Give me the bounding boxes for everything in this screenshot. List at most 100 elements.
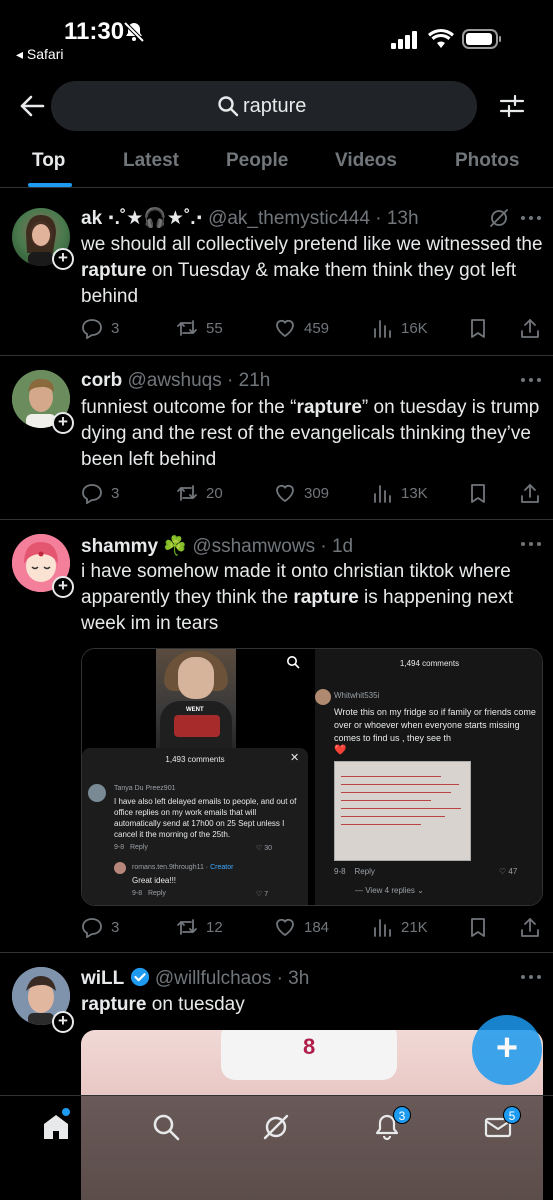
user-handle[interactable]: @awshuqs	[127, 370, 221, 391]
like-button[interactable]: 184	[274, 915, 329, 939]
views-button[interactable]: 21K	[371, 915, 428, 939]
reply-button[interactable]: 3	[81, 915, 119, 939]
comments-count: 1,494 comments	[399, 659, 460, 668]
comment-meta: 9-8 Reply	[114, 844, 148, 851]
bookmark-icon	[471, 484, 485, 503]
retweet-button[interactable]: 20	[176, 481, 223, 505]
bookmark-button[interactable]	[467, 481, 489, 505]
display-name[interactable]: ak ⋅.˚★🎧★˚.⋅	[81, 208, 203, 229]
more-options-icon[interactable]	[520, 376, 542, 384]
commenter-avatar	[114, 862, 126, 874]
display-name[interactable]: corb	[81, 370, 122, 391]
search-icon	[287, 656, 300, 669]
like-button[interactable]: 459	[274, 316, 329, 340]
search-header: rapture	[0, 80, 553, 132]
back-arrow-icon[interactable]	[18, 92, 46, 120]
tweet[interactable]: + ak ⋅.˚★🎧★˚.⋅ @ak_themystic444 · 13h we…	[0, 190, 553, 356]
notifications-badge: 3	[393, 1106, 411, 1124]
commenter-name: Tanya Du Preez901	[114, 785, 176, 792]
tiktok-screenshot-right: 1,494 comments Whitwhit535i Wrote this o…	[315, 649, 542, 905]
retweet-icon	[177, 485, 197, 501]
share-button[interactable]	[519, 915, 541, 939]
search-input[interactable]: rapture	[51, 81, 477, 131]
retweet-button[interactable]: 55	[176, 316, 223, 340]
commenter-name: romans.ten.9through11 · Creator	[132, 864, 234, 871]
follow-plus-button[interactable]: +	[52, 1011, 74, 1033]
share-icon	[521, 918, 539, 937]
comment-meta: 9-8 Reply	[132, 890, 166, 897]
heart-icon	[276, 484, 294, 503]
search-filter-icon[interactable]	[498, 92, 526, 120]
follow-plus-button[interactable]: +	[52, 576, 74, 598]
more-options-icon[interactable]	[520, 973, 542, 981]
tweet[interactable]: + shammy ☘️ @sshamwows · 1d i have someh…	[0, 520, 553, 953]
tweet-time: · 13h	[375, 208, 419, 229]
tweet-time: · 3h	[276, 968, 310, 989]
tweet[interactable]: + corb @awshuqs · 21h funniest outcome f…	[0, 356, 553, 520]
tweet-text: funniest outcome for the “rapture” on tu…	[81, 397, 540, 470]
cellular-signal-icon	[391, 31, 417, 49]
retweet-button[interactable]: 12	[176, 915, 223, 939]
bookmark-button[interactable]	[467, 915, 489, 939]
tiktok-screenshot-left: WENT 1,493 comments ✕ Tanya Du Preez901 …	[82, 649, 312, 905]
share-button[interactable]	[519, 316, 541, 340]
home-unread-dot	[62, 1108, 70, 1116]
views-chart-icon	[374, 919, 391, 937]
active-tab-indicator	[28, 183, 72, 187]
compose-tweet-button[interactable]: +	[472, 1015, 542, 1085]
follow-plus-button[interactable]: +	[52, 412, 74, 434]
tab-videos[interactable]: Videos	[335, 150, 397, 172]
search-icon[interactable]	[151, 1112, 181, 1142]
like-button[interactable]: 309	[274, 481, 329, 505]
retweet-icon	[177, 320, 197, 336]
tweet-text: rapture on tuesday	[81, 994, 245, 1015]
commenter-avatar	[315, 689, 331, 705]
bookmark-icon	[471, 918, 485, 937]
user-handle[interactable]: @willfulchaos	[155, 968, 271, 989]
back-to-safari-link[interactable]: ◂ Safari	[16, 46, 64, 63]
views-chart-icon	[374, 320, 391, 338]
more-options-icon[interactable]	[520, 540, 542, 548]
display-name[interactable]: shammy ☘️	[81, 536, 187, 557]
user-handle[interactable]: @ak_themystic444	[208, 208, 370, 229]
heart-emoji: ❤️	[334, 745, 347, 756]
tweet-header: shammy ☘️ @sshamwows · 1d	[81, 534, 353, 558]
heart-icon	[276, 918, 294, 937]
follow-plus-button[interactable]: +	[52, 248, 74, 270]
video-thumbnail: WENT	[156, 649, 236, 749]
tweet-time: · 21h	[227, 370, 271, 391]
grok-icon[interactable]	[261, 1112, 291, 1142]
tweet-actions: 3 20 309 13K	[81, 481, 543, 505]
reply-button[interactable]: 3	[81, 316, 119, 340]
tab-latest[interactable]: Latest	[123, 150, 179, 172]
display-name[interactable]: wiLL	[81, 968, 124, 989]
reply-button[interactable]: 3	[81, 481, 119, 505]
user-handle[interactable]: @sshamwows	[192, 536, 315, 557]
wifi-icon	[428, 29, 454, 48]
more-options-icon[interactable]	[520, 214, 542, 222]
tab-people[interactable]: People	[226, 150, 288, 172]
status-bar: 11:30 ◂ Safari	[0, 0, 553, 78]
comment-likes: ♡ 47	[499, 867, 518, 876]
views-button[interactable]: 16K	[371, 316, 428, 340]
tweet-media[interactable]: WENT 1,493 comments ✕ Tanya Du Preez901 …	[81, 648, 543, 906]
grok-icon[interactable]	[488, 207, 510, 229]
views-button[interactable]: 13K	[371, 481, 428, 505]
bookmark-button[interactable]	[467, 316, 489, 340]
search-query-text: rapture	[243, 95, 307, 117]
search-icon	[218, 96, 239, 117]
tab-photos[interactable]: Photos	[455, 150, 519, 172]
tweet-actions: 3 55 459 16K	[81, 316, 543, 340]
share-icon	[521, 319, 539, 338]
home-icon[interactable]	[41, 1112, 71, 1142]
tweet-text: we should all collectively pretend like …	[81, 234, 543, 307]
share-button[interactable]	[519, 481, 541, 505]
tweet-time: · 1d	[320, 536, 354, 557]
reply-icon	[82, 918, 102, 938]
tweet-header: corb @awshuqs · 21h	[81, 370, 270, 392]
tweet-actions: 3 12 184 21K	[81, 915, 543, 939]
tweet-header: ak ⋅.˚★🎧★˚.⋅ @ak_themystic444 · 13h	[81, 206, 419, 230]
tab-top[interactable]: Top	[32, 150, 65, 172]
comments-count: 1,493 comments	[165, 755, 225, 764]
image-number: 8	[303, 1034, 316, 1059]
